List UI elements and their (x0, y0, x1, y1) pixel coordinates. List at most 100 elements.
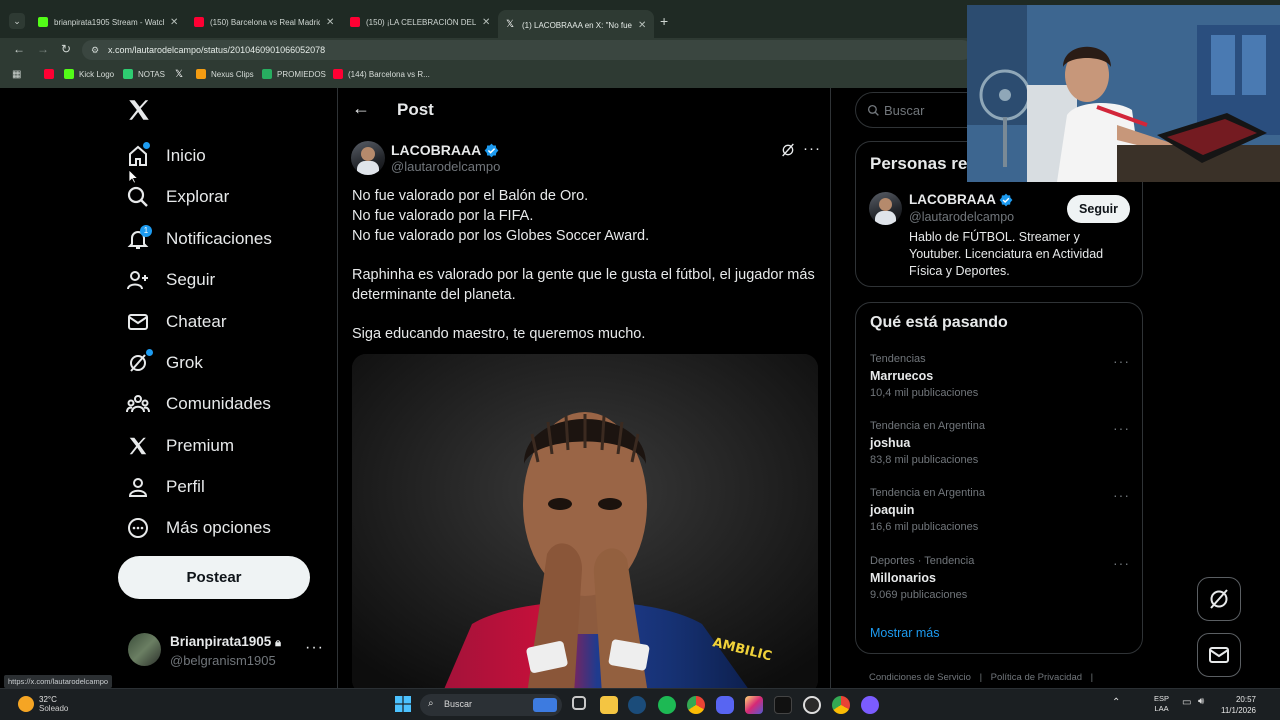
unread-dot (143, 142, 150, 149)
grok-icon[interactable] (780, 142, 796, 163)
mail-icon (1209, 647, 1229, 663)
chrome-icon[interactable] (687, 696, 705, 714)
bookmark-label: Nexus Clips (211, 69, 254, 79)
taskbar-search[interactable]: ⌕ Buscar (420, 694, 562, 716)
file-explorer-icon[interactable] (600, 696, 618, 714)
language-indicator[interactable]: ESP LAA (1154, 694, 1169, 714)
trend-item[interactable]: Tendencias Marruecos 10,4 mil publicacio… (870, 353, 978, 399)
messages-float-button[interactable] (1197, 633, 1241, 677)
app-icon[interactable] (861, 696, 879, 714)
sidebar-nav: Inicio Explorar Notificaciones 1 Seguir … (118, 90, 338, 690)
verified-badge-icon (484, 143, 499, 157)
mail-icon (118, 302, 158, 342)
show-more-link[interactable]: Mostrar más (870, 626, 939, 640)
instagram-icon[interactable] (745, 696, 763, 714)
steam-icon[interactable] (628, 696, 646, 714)
webcam-overlay (967, 5, 1280, 182)
close-tab-icon[interactable]: ✕ (638, 20, 646, 31)
person-name-row[interactable]: LACOBRAAA (909, 192, 1013, 207)
tab-youtube-celebracion[interactable]: (150) ¡LA CELEBRACIÓN DEL TR ✕ (342, 8, 498, 36)
mouse-cursor-icon (128, 169, 139, 189)
bookmark-notas[interactable]: NOTAS (123, 68, 165, 80)
trend-more-icon[interactable]: ··· (1113, 353, 1130, 369)
footer-terms-link[interactable]: Condiciones de Servicio (869, 672, 971, 683)
author-handle[interactable]: @lautarodelcampo (391, 159, 500, 174)
bookmark-promiedos[interactable]: PROMIEDOS (262, 68, 326, 80)
trend-count: 9.069 publicaciones (870, 589, 968, 601)
person-bio: Youtuber. Licenciatura en Actividad (909, 247, 1104, 261)
sun-icon (18, 696, 34, 712)
site-info-icon[interactable]: ⚙ (91, 40, 99, 60)
back-icon[interactable]: ← (13, 42, 25, 56)
clock-date: 11/1/2026 (1221, 706, 1256, 715)
weather-widget[interactable]: 32°C Soleado (18, 695, 68, 713)
network-icon[interactable]: ▭ (1182, 697, 1191, 708)
avatar (128, 633, 161, 666)
volume-icon[interactable]: 🔊︎ (1198, 696, 1204, 707)
unread-dot (146, 349, 153, 356)
clock[interactable]: 20:57 11/1/2026 (1216, 694, 1256, 716)
apps-grid-icon[interactable]: ▦ (12, 69, 21, 80)
task-view-icon[interactable] (572, 696, 586, 710)
sidebar-item-notificaciones[interactable]: Notificaciones (118, 219, 272, 259)
close-tab-icon[interactable]: ✕ (170, 17, 178, 28)
trend-more-icon[interactable]: ··· (1113, 555, 1130, 571)
tab-x-post[interactable]: 𝕏 (1) LACOBRAAA en X: "No fue v ✕ (498, 10, 655, 40)
author-name-row[interactable]: LACOBRAAA (391, 142, 499, 158)
person-handle: @lautarodelcampo (909, 210, 1015, 224)
trend-item[interactable]: Tendencia en Argentina joaquin 16,6 mil … (870, 487, 985, 533)
weather-temp: 32°C (39, 695, 57, 704)
footer-links: Condiciones de Servicio | Política de Pr… (869, 672, 1094, 683)
new-tab-button[interactable]: + (660, 13, 668, 29)
sidebar-item-premium[interactable]: Premium (118, 426, 234, 466)
lock-icon: 🔒︎ (275, 637, 281, 649)
weather-desc: Soleado (39, 704, 69, 713)
footer-privacy-link[interactable]: Política de Privacidad (991, 672, 1082, 683)
sidebar-item-label: Perfil (166, 477, 205, 496)
trend-item[interactable]: Tendencia en Argentina joshua 83,8 mil p… (870, 420, 985, 466)
tweet-image[interactable]: AMBILIC (352, 354, 818, 692)
tiktok-icon[interactable] (774, 696, 792, 714)
back-arrow-icon[interactable]: ← (352, 98, 370, 119)
grok-float-button[interactable] (1197, 577, 1241, 621)
trend-name: Millonarios (870, 571, 936, 585)
tab-kick-stream[interactable]: brianpirata1905 Stream - Watch ✕ (30, 8, 186, 36)
url-field[interactable]: ⚙ x.com/lautarodelcampo/status/201046090… (82, 40, 972, 60)
obs-icon[interactable] (803, 696, 821, 714)
trends-card: Qué está pasando Tendencias Marruecos 10… (855, 302, 1143, 654)
sidebar-item-perfil[interactable]: Perfil (118, 467, 205, 507)
close-tab-icon[interactable]: ✕ (482, 17, 490, 28)
discord-icon[interactable] (716, 696, 734, 714)
sidebar-item-seguir[interactable]: Seguir (118, 260, 215, 300)
bookmark-barcelona[interactable]: (144) Barcelona vs R... (333, 68, 430, 80)
trend-more-icon[interactable]: ··· (1113, 420, 1130, 436)
spotify-icon[interactable] (658, 696, 676, 714)
account-more-icon[interactable]: ··· (305, 639, 324, 657)
sidebar-item-grok[interactable]: Grok (118, 343, 203, 383)
post-button[interactable]: Postear (118, 556, 310, 599)
account-switcher[interactable]: Brianpirata1905 🔒︎ @belgranism1905 ··· (118, 625, 328, 675)
bookmark-nexus-clips[interactable]: Nexus Clips (196, 68, 254, 80)
follow-icon (118, 260, 158, 300)
person-avatar[interactable] (869, 192, 902, 225)
chrome-active-icon[interactable] (832, 696, 850, 714)
author-avatar[interactable] (351, 141, 385, 175)
close-tab-icon[interactable]: ✕ (326, 17, 334, 28)
start-button[interactable] (395, 696, 411, 712)
trend-more-icon[interactable]: ··· (1113, 487, 1130, 503)
bookmark-kick-logo[interactable]: Kick Logo (64, 68, 114, 80)
sidebar-item-comunidades[interactable]: Comunidades (118, 384, 271, 424)
sidebar-item-mas-opciones[interactable]: Más opciones (118, 508, 271, 548)
bookmark-x[interactable]: 𝕏 (175, 68, 183, 80)
tray-chevron-icon[interactable]: ⌃ (1112, 697, 1120, 708)
post-more-icon[interactable]: ··· (803, 140, 821, 157)
forward-icon[interactable]: → (37, 42, 49, 56)
reload-icon[interactable]: ↻ (61, 42, 71, 56)
trend-item[interactable]: Deportes · Tendencia Millonarios 9.069 p… (870, 555, 974, 601)
tab-search-button[interactable]: ⌄ (9, 13, 25, 29)
follow-button[interactable]: Seguir (1067, 195, 1130, 223)
bookmark-youtube[interactable] (44, 68, 59, 80)
status-bar-url: https://x.com/lautarodelcampo (4, 675, 113, 688)
tab-youtube-barcelona[interactable]: (150) Barcelona vs Real Madrid ✕ (186, 8, 342, 36)
sidebar-item-chatear[interactable]: Chatear (118, 302, 226, 342)
